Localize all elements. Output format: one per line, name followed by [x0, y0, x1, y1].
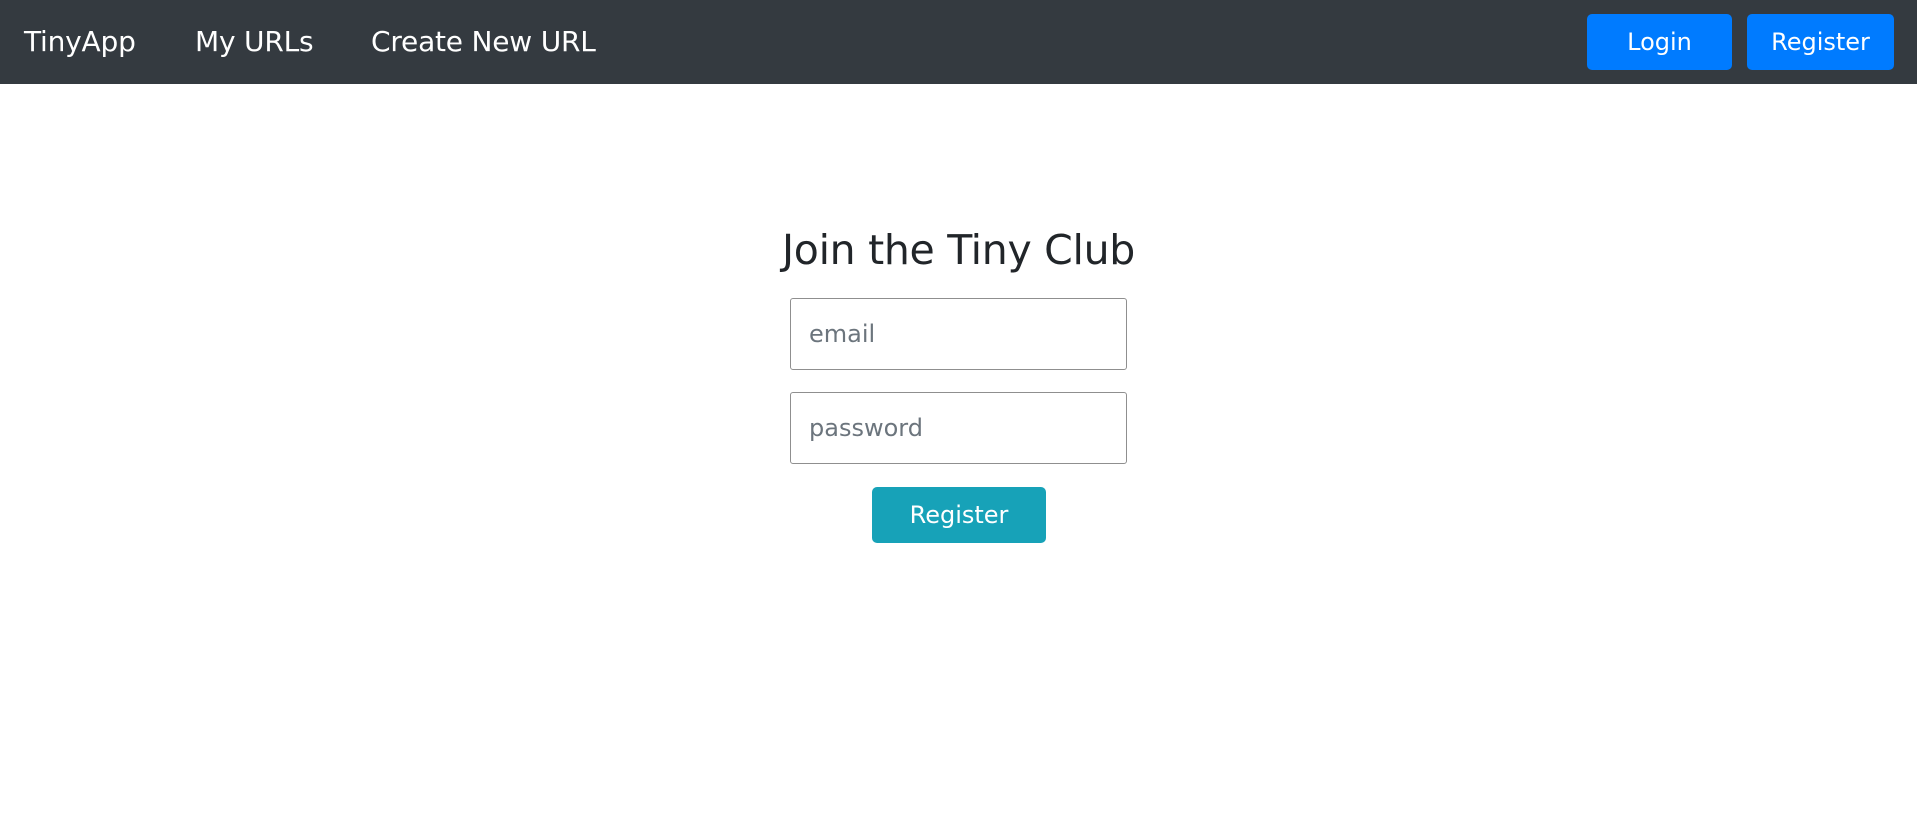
register-page: Join the Tiny Club Register — [0, 84, 1917, 823]
nav-link-create-new-url[interactable]: Create New URL — [371, 0, 596, 84]
top-navbar: TinyApp My URLs Create New URL Login Reg… — [0, 0, 1917, 84]
nav-register-button[interactable]: Register — [1747, 14, 1894, 70]
page-title: Join the Tiny Club — [782, 226, 1135, 274]
brand-link[interactable]: TinyApp — [24, 0, 136, 84]
login-button[interactable]: Login — [1587, 14, 1732, 70]
password-field[interactable] — [790, 392, 1127, 464]
register-submit-button[interactable]: Register — [872, 487, 1046, 543]
email-field[interactable] — [790, 298, 1127, 370]
nav-link-my-urls[interactable]: My URLs — [195, 0, 314, 84]
